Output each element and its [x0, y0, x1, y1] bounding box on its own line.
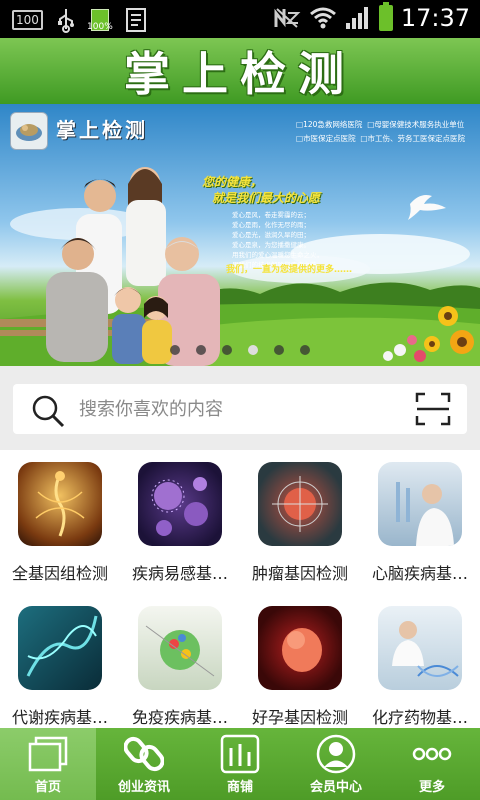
search-input[interactable] [79, 384, 379, 434]
banner-info-line: □市医保定点医院 [296, 134, 356, 143]
banner-tagline: 我们，一直为您提供的更多…… [226, 265, 353, 275]
nav-business-news[interactable]: 创业资讯 [96, 728, 192, 800]
bar-chart-icon [220, 734, 260, 774]
banner-poem: 爱心是风，卷走雾霾的云； 爱心是雨，化作无尽的雨； 爱心是光，滋润久旱的田； 爱… [232, 210, 323, 270]
promo-banner[interactable]: 掌上检测 □120急救网络医院 □母婴保健技术服务执业单位 □市医保定点医院 □… [0, 104, 480, 366]
nav-home[interactable]: 首页 [0, 728, 96, 800]
nav-more[interactable]: 更多 [384, 728, 480, 800]
banner-info-line: □120急救网络医院 [296, 120, 363, 129]
banner-logo-title: 掌上检测 [56, 118, 148, 142]
nav-member-center[interactable]: 会员中心 [288, 728, 384, 800]
grid-item-label: 肿瘤基因检测 [251, 564, 348, 583]
embryo-icon [258, 606, 342, 690]
virus-cells-icon [138, 462, 222, 546]
more-dots-icon [412, 747, 452, 761]
grid-item-label: 免疫疾病基… [131, 708, 228, 727]
carousel-dot[interactable] [222, 345, 232, 355]
poem-line: 爱心是泉，为您播撒健康。 [232, 241, 310, 249]
nav-label: 会员中心 [309, 780, 362, 795]
grid-item-disease-susceptibility[interactable]: 疾病易感基… [120, 450, 240, 590]
tumor-target-icon [258, 462, 342, 546]
bottom-nav: 首页 创业资讯 商铺 会员中心 更多 [0, 728, 480, 800]
doctor-dna-icon [378, 606, 462, 690]
carousel-dot[interactable] [196, 345, 206, 355]
dna-body-icon [18, 462, 102, 546]
banner-slogan: 您的健康， 就是我们最大的心愿 [202, 174, 320, 206]
lab-researcher-icon [378, 462, 462, 546]
nav-label: 创业资讯 [117, 780, 170, 795]
poem-line: 爱心是雨，化作无尽的雨； [232, 221, 310, 229]
grid-item-label: 心脑疾病基… [371, 564, 468, 583]
scan-icon[interactable] [415, 392, 451, 426]
grid-item-label: 疾病易感基… [131, 564, 228, 583]
user-circle-icon [316, 734, 356, 774]
slogan-line: 就是我们最大的心愿 [212, 191, 321, 205]
grid-item-label: 代谢疾病基… [11, 708, 108, 727]
grid-item-pregnancy[interactable]: 好孕基因检测 [240, 594, 360, 734]
status-bar: 100 100% 17:37 [0, 0, 480, 38]
nav-label: 商铺 [226, 780, 253, 795]
link-chain-icon [124, 736, 164, 772]
page-title: 掌上检测 [124, 47, 356, 101]
nav-label: 更多 [418, 780, 445, 795]
grid-item-label: 化疗药物基… [371, 708, 468, 727]
carousel-dot[interactable] [274, 345, 284, 355]
grid-item-chemo-drug[interactable]: 化疗药物基… [360, 594, 480, 734]
banner-info-line: □母婴保健技术服务执业单位 [367, 120, 465, 129]
dna-helix-icon [18, 606, 102, 690]
poem-line: 用我们的爱心温暖您生命之火， [232, 251, 323, 259]
banner-info-line: □市工伤、劳务工医保定点医院 [360, 134, 465, 143]
carousel-dot[interactable] [300, 345, 310, 355]
notification-100-icon: 100 [12, 10, 43, 30]
grid-item-tumor[interactable]: 肿瘤基因检测 [240, 450, 360, 590]
grid-item-cardio-cerebral[interactable]: 心脑疾病基… [360, 450, 480, 590]
poem-line: 爱心是风，卷走雾霾的云； [232, 211, 310, 219]
grid-item-label: 好孕基因检测 [251, 708, 348, 727]
nav-shops[interactable]: 商铺 [192, 728, 288, 800]
battery-full-icon: 100% [87, 6, 113, 34]
poem-line: 爱心是光，滋润久旱的田； [232, 231, 310, 239]
grid-item-whole-genome[interactable]: 全基因组检测 [0, 450, 120, 590]
home-window-icon [28, 736, 68, 772]
cell-signal-icon [345, 7, 368, 29]
carousel-dot-active[interactable] [248, 345, 258, 355]
grid-item-label: 全基因组检测 [11, 564, 108, 583]
document-icon [125, 8, 146, 32]
category-grid: 全基因组检测 疾病易感基… 肿瘤基因检测 心脑疾病基… 代谢疾病基… 免疫疾病基… [0, 450, 480, 728]
app-header: 掌上检测 [0, 38, 480, 104]
battery-icon [378, 2, 393, 31]
no-signal-icon [274, 8, 301, 28]
search-icon[interactable] [31, 394, 65, 428]
grid-item-immune[interactable]: 免疫疾病基… [120, 594, 240, 734]
clock: 17:37 [400, 4, 470, 32]
banner-logo-icon [10, 112, 48, 150]
immune-sphere-icon [138, 606, 222, 690]
search-box[interactable] [13, 384, 467, 434]
grid-item-metabolic[interactable]: 代谢疾病基… [0, 594, 120, 734]
carousel-dot[interactable] [170, 345, 180, 355]
banner-info: □120急救网络医院 □母婴保健技术服务执业单位 □市医保定点医院 □市工伤、劳… [296, 118, 465, 146]
carousel-dots [170, 345, 310, 355]
nav-label: 首页 [34, 780, 61, 795]
usb-icon [57, 9, 74, 33]
wifi-icon [309, 7, 336, 29]
slogan-line: 您的健康， [202, 175, 263, 189]
search-bar [0, 366, 480, 450]
